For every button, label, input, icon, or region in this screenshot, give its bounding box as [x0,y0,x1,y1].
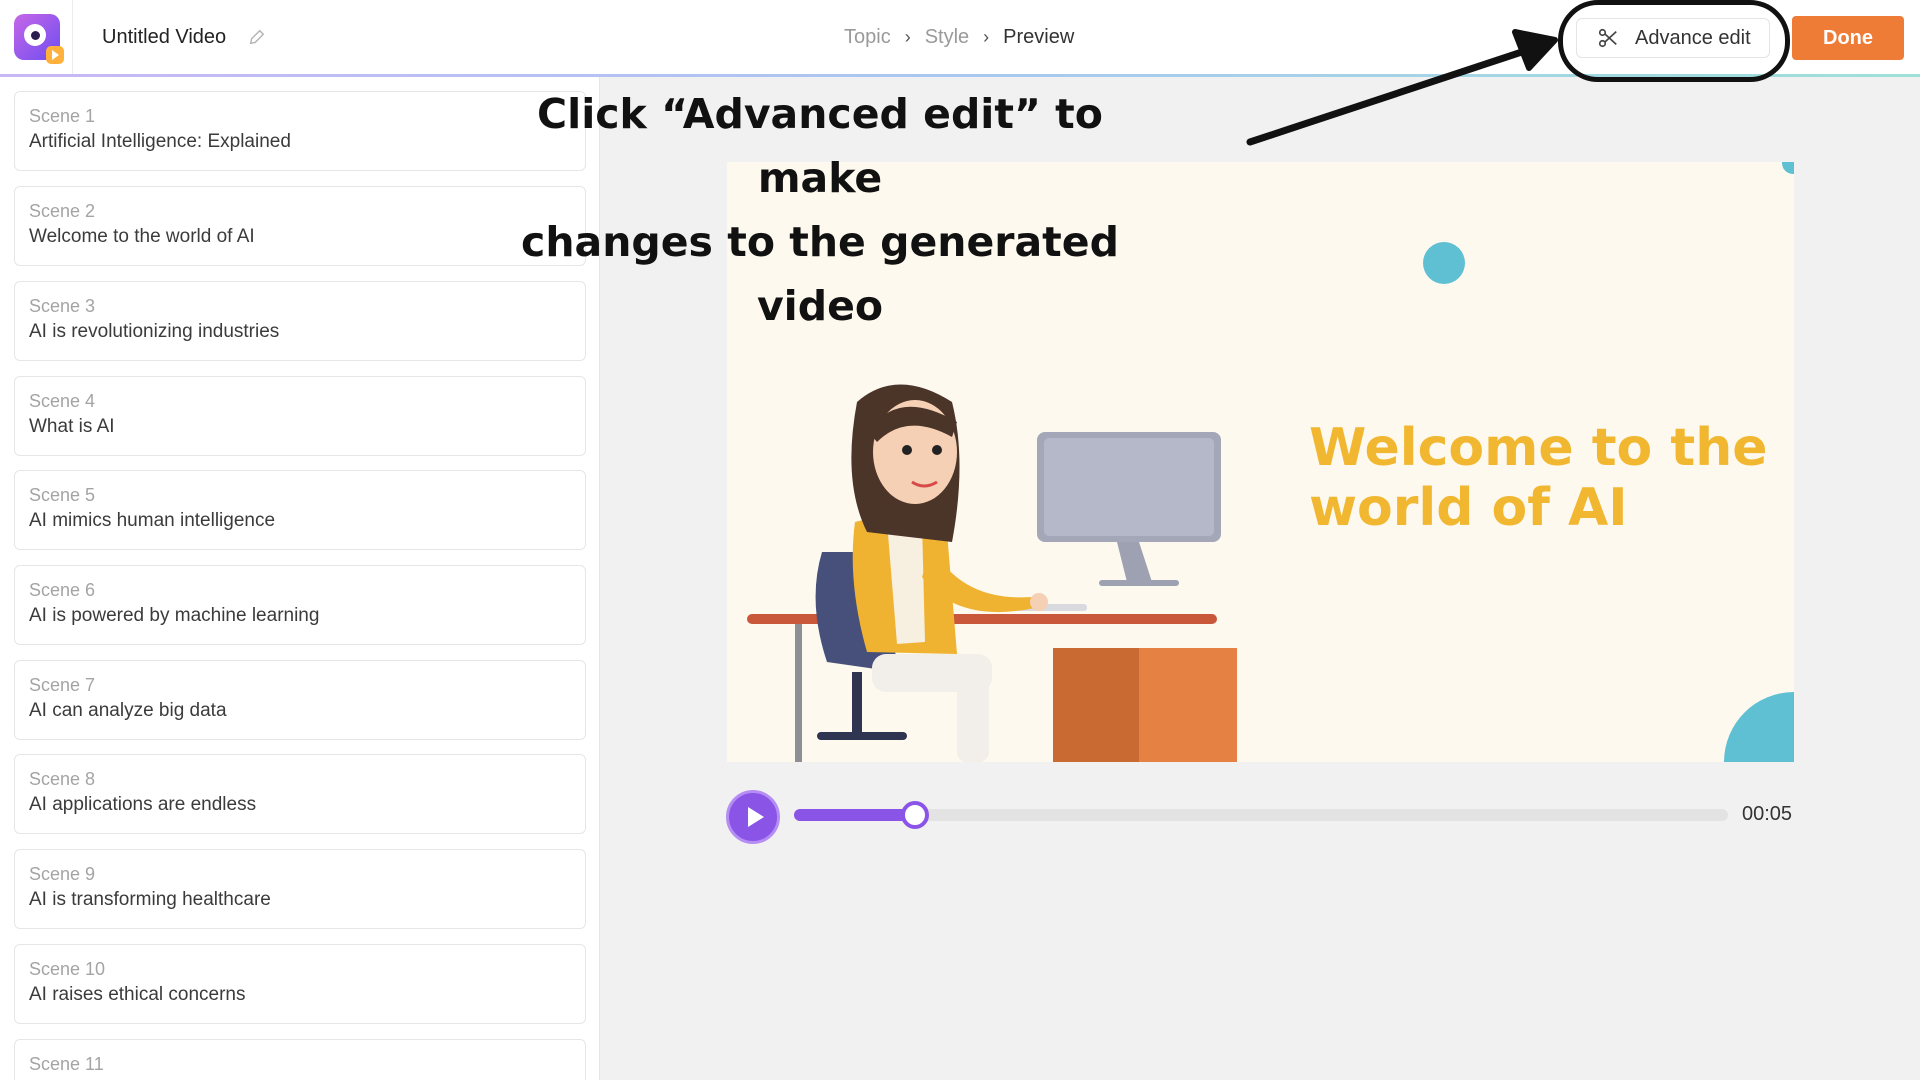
scene-card[interactable]: Scene 6 AI is powered by machine learnin… [14,565,586,645]
logo-eye [24,24,46,46]
scene-card[interactable]: Scene 11 [14,1039,586,1080]
tutorial-callout-text: Click “Advanced edit” to make changes to… [470,82,1170,338]
scene-title: AI can analyze big data [29,700,227,721]
scene-title: AI mimics human intelligence [29,510,276,531]
scene-card[interactable]: Scene 9 AI is transforming healthcare [14,849,586,929]
scene-card[interactable]: Scene 4 What is AI [14,376,586,456]
scene-title: AI applications are endless [29,794,257,815]
scene-number: Scene 8 [29,769,96,789]
done-button[interactable]: Done [1792,16,1904,60]
scene-number: Scene 7 [29,675,96,695]
scene-card[interactable]: Scene 5 AI mimics human intelligence [14,470,586,550]
breadcrumb-preview: Preview [1003,26,1075,48]
decorative-teal-circle [1782,162,1794,174]
woman-at-computer-illustration [747,384,1237,762]
scene-number: Scene 11 [29,1054,104,1074]
scene-number: Scene 6 [29,580,96,600]
chevron-right-icon: › [904,27,911,47]
scene-card[interactable]: Scene 10 AI raises ethical concerns [14,944,586,1024]
scene-title: AI is transforming healthcare [29,889,271,910]
video-title[interactable]: Untitled Video [102,26,226,49]
decorative-teal-circle [1423,242,1465,284]
breadcrumb-topic[interactable]: Topic [844,26,891,49]
scene-card[interactable]: Scene 8 AI applications are endless [14,754,586,834]
play-icon[interactable] [726,790,780,844]
scene-title: AI raises ethical concerns [29,984,246,1005]
headline-line: Welcome to the [1309,418,1768,478]
app-logo-icon[interactable] [14,14,64,64]
chevron-right-icon: › [983,27,990,47]
headline-line: world of AI [1309,478,1628,538]
breadcrumb-style[interactable]: Style [925,26,969,49]
scene-number: Scene 10 [29,959,106,979]
callout-line: changes to the generated video [521,218,1119,330]
logo-play-badge [46,46,64,64]
callout-line: Click “Advanced edit” to make [537,90,1103,202]
current-time: 00:05 [1742,803,1793,825]
divider [72,0,73,76]
scene-card[interactable]: Scene 7 AI can analyze big data [14,660,586,740]
scene-number: Scene 9 [29,864,96,884]
scene-number: Scene 4 [29,391,96,411]
timeline-progress [794,809,915,821]
scene-title: What is AI [29,416,115,437]
timeline-track[interactable] [794,801,1728,829]
tutorial-highlight-circle [1558,0,1790,82]
decorative-teal-circle [1724,692,1794,762]
breadcrumb: Topic › Style › Preview [844,26,1074,49]
slide-headline: Welcome to the world of AI [1309,418,1769,538]
timeline-scrubber[interactable] [901,801,929,829]
pencil-icon[interactable] [248,28,266,46]
timeline-segment [794,809,1728,821]
scene-title: AI is powered by machine learning [29,605,320,626]
scene-number: Scene 5 [29,485,96,505]
